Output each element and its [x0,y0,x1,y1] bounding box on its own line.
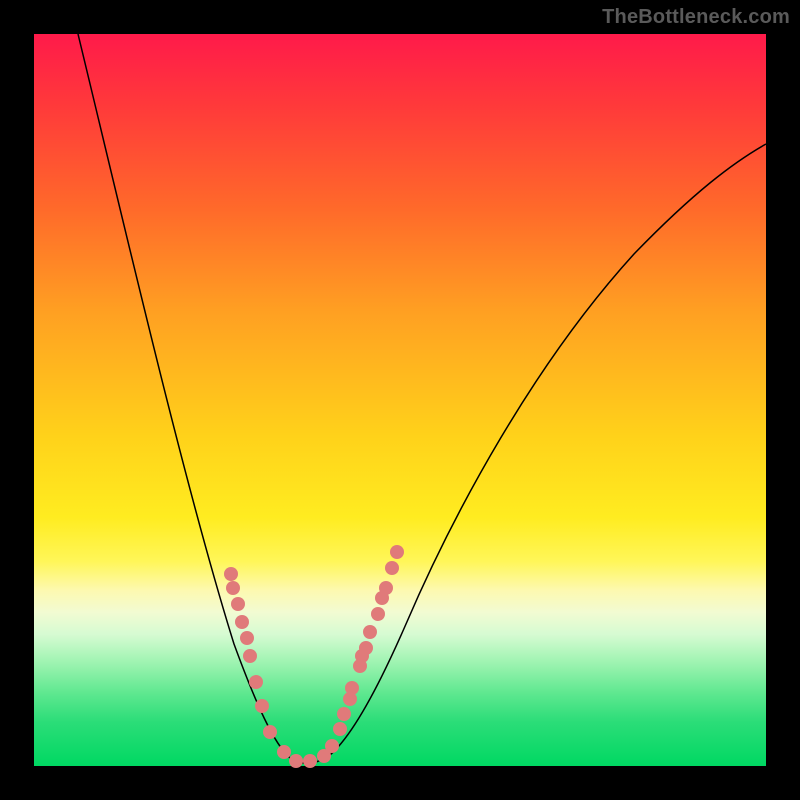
bottleneck-curve [78,34,766,763]
marker-dot [255,699,269,713]
plot-area [34,34,766,766]
marker-dot [303,754,317,768]
marker-dot [243,649,257,663]
marker-dot [235,615,249,629]
marker-dot [249,675,263,689]
marker-dot [263,725,277,739]
marker-dot [240,631,254,645]
curve-svg [34,34,766,766]
marker-dot [277,745,291,759]
marker-dot [371,607,385,621]
chart-frame: TheBottleneck.com [0,0,800,800]
marker-dot [289,754,303,768]
marker-dot [359,641,373,655]
marker-dot [231,597,245,611]
marker-dot [226,581,240,595]
marker-dot [345,681,359,695]
marker-dot [379,581,393,595]
watermark-text: TheBottleneck.com [602,6,790,29]
marker-dot [333,722,347,736]
marker-dot [385,561,399,575]
marker-dot [325,739,339,753]
marker-dot [390,545,404,559]
marker-dot [337,707,351,721]
marker-group [224,545,404,768]
marker-dot [224,567,238,581]
marker-dot [363,625,377,639]
